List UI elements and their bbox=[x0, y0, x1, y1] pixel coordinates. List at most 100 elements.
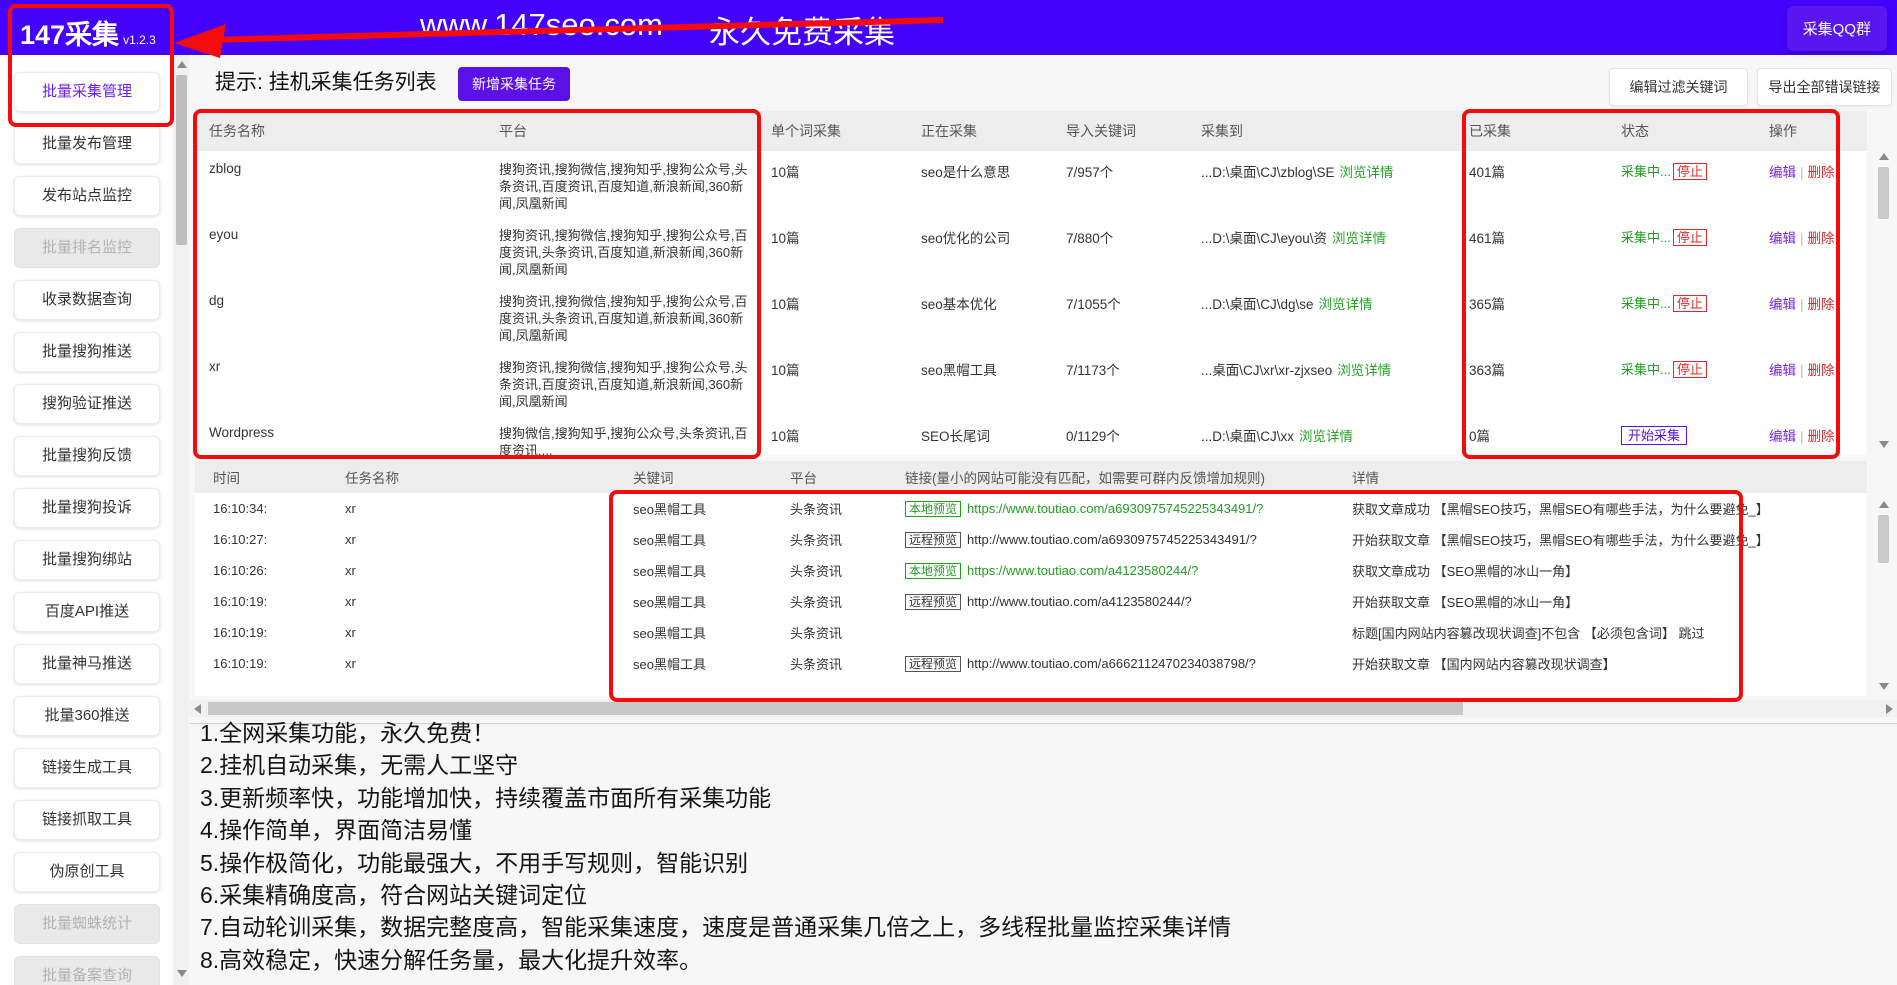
horizontal-scrollbar[interactable] bbox=[190, 700, 1897, 717]
article-url[interactable]: http://www.toutiao.com/a6662112470234038… bbox=[967, 656, 1256, 671]
stop-button[interactable]: 停止 bbox=[1673, 163, 1707, 180]
status-cell: 采集中...停止 bbox=[1621, 161, 1769, 180]
platform-cell: 头条资讯 bbox=[790, 499, 905, 518]
view-details-link[interactable]: 浏览详情 bbox=[1337, 363, 1391, 378]
scroll-up-arrow[interactable] bbox=[1879, 153, 1889, 160]
col-detail: 详情 bbox=[1352, 467, 1867, 487]
local-preview-badge[interactable]: 本地预览 bbox=[905, 563, 961, 579]
time-cell: 16:10:19: bbox=[213, 625, 345, 640]
status-cell: 采集中...停止 bbox=[1621, 227, 1769, 246]
remote-preview-badge[interactable]: 远程预览 bbox=[905, 532, 961, 548]
remote-preview-badge[interactable]: 远程预览 bbox=[905, 594, 961, 610]
view-details-link[interactable]: 浏览详情 bbox=[1299, 429, 1353, 444]
new-task-button[interactable]: 新增采集任务 bbox=[458, 67, 570, 101]
edit-link[interactable]: 编辑 bbox=[1769, 363, 1796, 378]
banner-slogan: 永久免费采集 bbox=[709, 7, 895, 52]
platform-cell: 搜狗资讯,搜狗微信,搜狗知乎,搜狗公众号,百度资讯,头条资讯,百度知道,新浪新闻… bbox=[499, 293, 771, 344]
scroll-left-arrow[interactable] bbox=[194, 704, 201, 714]
collecting-cell: SEO长尾词 bbox=[921, 425, 1066, 445]
scroll-up-arrow[interactable] bbox=[177, 61, 187, 68]
delete-link[interactable]: 删除 bbox=[1808, 297, 1835, 312]
sidebar-item-sogou-verify[interactable]: 搜狗验证推送 bbox=[14, 384, 160, 424]
scrollbar-thumb[interactable] bbox=[1878, 167, 1889, 219]
sidebar-item-link-grab[interactable]: 链接抓取工具 bbox=[14, 800, 160, 840]
edit-link[interactable]: 编辑 bbox=[1769, 231, 1796, 246]
collected-cell: 365篇 bbox=[1469, 293, 1621, 313]
scroll-up-arrow[interactable] bbox=[1879, 501, 1889, 508]
save-path-cell: ...D:\桌面\CJ\zblog\SE浏览详情 bbox=[1201, 161, 1469, 181]
sidebar-item-sogou-push[interactable]: 批量搜狗推送 bbox=[14, 332, 160, 372]
collecting-cell: seo基本优化 bbox=[921, 293, 1066, 313]
scroll-down-arrow[interactable] bbox=[1879, 441, 1889, 448]
table-row: Wordpress 搜狗微信,搜狗知乎,搜狗公众号,头条资讯,百度资讯,... … bbox=[195, 415, 1867, 455]
edit-link[interactable]: 编辑 bbox=[1769, 297, 1796, 312]
article-url[interactable]: http://www.toutiao.com/a6930975745225343… bbox=[967, 532, 1257, 547]
task-name-cell: zblog bbox=[209, 161, 499, 176]
time-cell: 16:10:34: bbox=[213, 501, 345, 516]
start-collect-button[interactable]: 开始采集 bbox=[1621, 426, 1687, 445]
task-name-cell: eyou bbox=[209, 227, 499, 242]
col-collected: 已采集 bbox=[1469, 111, 1621, 151]
delete-link[interactable]: 删除 bbox=[1808, 429, 1835, 444]
sidebar-item-shenma-push[interactable]: 批量神马推送 bbox=[14, 644, 160, 684]
keywords-cell: 7/957个 bbox=[1066, 161, 1201, 181]
sidebar-item-sogou-complain[interactable]: 批量搜狗投诉 bbox=[14, 488, 160, 528]
delete-link[interactable]: 删除 bbox=[1808, 165, 1835, 180]
detail-cell: 获取文章成功 【SEO黑帽的冰山一角】 bbox=[1352, 561, 1867, 580]
remote-preview-badge[interactable]: 远程预览 bbox=[905, 656, 961, 672]
article-url[interactable]: http://www.toutiao.com/a4123580244/? bbox=[967, 594, 1192, 609]
keyword-cell: seo黑帽工具 bbox=[633, 561, 790, 580]
actions-cell: 编辑|删除 bbox=[1769, 293, 1867, 313]
scroll-down-arrow[interactable] bbox=[1879, 683, 1889, 690]
edit-filter-keywords-button[interactable]: 编辑过滤关键词 bbox=[1609, 68, 1748, 106]
delete-link[interactable]: 删除 bbox=[1808, 363, 1835, 378]
sidebar-item-baidu-api[interactable]: 百度API推送 bbox=[14, 592, 160, 632]
local-preview-badge[interactable]: 本地预览 bbox=[905, 501, 961, 517]
tasks-table-header: 任务名称 平台 单个词采集 正在采集 导入关键词 采集到 已采集 状态 操作 bbox=[195, 111, 1867, 151]
stop-button[interactable]: 停止 bbox=[1673, 229, 1707, 246]
view-details-link[interactable]: 浏览详情 bbox=[1332, 231, 1386, 246]
link-cell: 本地预览 https://www.toutiao.com/a4123580244/… bbox=[905, 562, 1352, 579]
article-url[interactable]: https://www.toutiao.com/a693097574522534… bbox=[967, 501, 1263, 516]
article-url[interactable]: https://www.toutiao.com/a4123580244/? bbox=[967, 563, 1198, 578]
view-details-link[interactable]: 浏览详情 bbox=[1340, 165, 1394, 180]
sidebar-item-360-push[interactable]: 批量360推送 bbox=[14, 696, 160, 736]
log-scrollbar[interactable] bbox=[1876, 495, 1891, 696]
tasks-table-body: zblog 搜狗资讯,搜狗微信,搜狗知乎,搜狗公众号,头条资讯,百度资讯,百度知… bbox=[195, 151, 1867, 455]
sidebar-item-batch-publish[interactable]: 批量发布管理 bbox=[14, 124, 160, 164]
sidebar-item-site-monitor[interactable]: 发布站点监控 bbox=[14, 176, 160, 216]
keyword-cell: seo黑帽工具 bbox=[633, 592, 790, 611]
save-path: ...D:\桌面\CJ\eyou\资 bbox=[1201, 231, 1327, 246]
status-badge: 采集中... bbox=[1621, 362, 1671, 377]
per-word-cell: 10篇 bbox=[771, 359, 921, 379]
scrollbar-thumb[interactable] bbox=[1878, 515, 1889, 563]
delete-link[interactable]: 删除 bbox=[1808, 231, 1835, 246]
table-row: xr 搜狗资讯,搜狗微信,搜狗知乎,搜狗公众号,头条资讯,百度资讯,百度知道,新… bbox=[195, 349, 1867, 415]
sidebar-item-pseudo-original[interactable]: 伪原创工具 bbox=[14, 852, 160, 892]
stop-button[interactable]: 停止 bbox=[1673, 361, 1707, 378]
view-details-link[interactable]: 浏览详情 bbox=[1319, 297, 1373, 312]
tasks-scrollbar[interactable] bbox=[1876, 111, 1891, 455]
log-table-header: 时间 任务名称 关键词 平台 链接(量小的网站可能没有匹配，如需要可群内反馈增加… bbox=[195, 461, 1867, 493]
sidebar-item-sogou-bind[interactable]: 批量搜狗绑站 bbox=[14, 540, 160, 580]
keywords-cell: 7/1055个 bbox=[1066, 293, 1201, 313]
export-error-links-button[interactable]: 导出全部错误链接 bbox=[1757, 68, 1892, 106]
keyword-cell: seo黑帽工具 bbox=[633, 499, 790, 518]
sidebar-item-sogou-feedback[interactable]: 批量搜狗反馈 bbox=[14, 436, 160, 476]
qq-group-button[interactable]: 采集QQ群 bbox=[1787, 6, 1887, 51]
per-word-cell: 10篇 bbox=[771, 293, 921, 313]
edit-link[interactable]: 编辑 bbox=[1769, 165, 1796, 180]
sidebar-scrollbar[interactable] bbox=[174, 55, 189, 985]
sidebar-item-batch-collect[interactable]: 批量采集管理 bbox=[14, 72, 160, 112]
stop-button[interactable]: 停止 bbox=[1673, 295, 1707, 312]
scroll-right-arrow[interactable] bbox=[1886, 704, 1893, 714]
scrollbar-thumb[interactable] bbox=[208, 702, 1463, 715]
edit-link[interactable]: 编辑 bbox=[1769, 429, 1796, 444]
scrollbar-thumb[interactable] bbox=[176, 75, 187, 245]
scroll-down-arrow[interactable] bbox=[177, 970, 187, 977]
sidebar-item-index-query[interactable]: 收录数据查询 bbox=[14, 280, 160, 320]
sidebar-item-link-generate[interactable]: 链接生成工具 bbox=[14, 748, 160, 788]
save-path-cell: ...D:\桌面\CJ\xx浏览详情 bbox=[1201, 425, 1469, 445]
app-title: 147采集 bbox=[20, 20, 119, 50]
keyword-cell: seo黑帽工具 bbox=[633, 654, 790, 673]
